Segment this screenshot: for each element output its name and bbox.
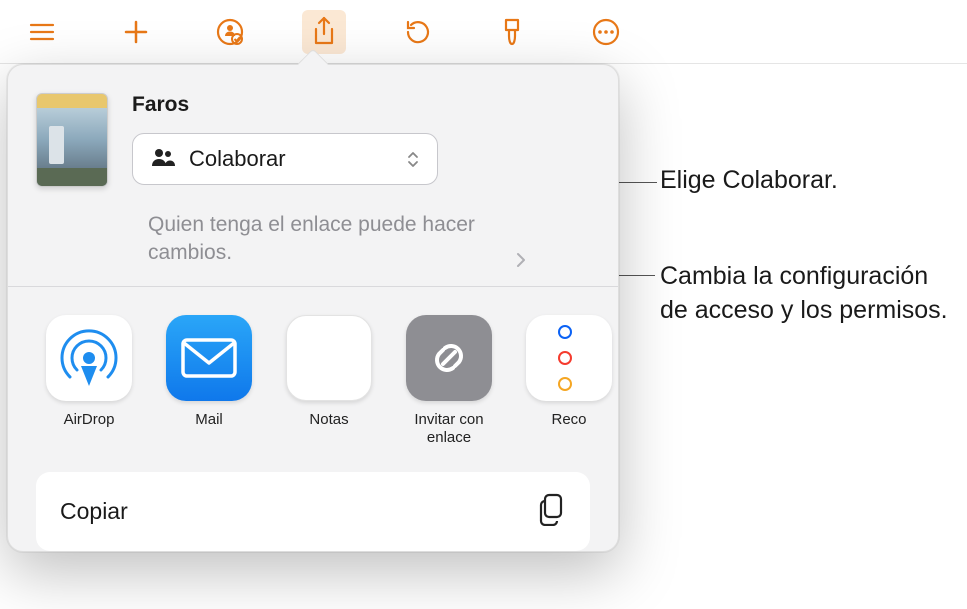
callout-collaborate: Elige Colaborar.	[660, 164, 838, 198]
app-label: AirDrop	[64, 411, 115, 430]
share-app-airdrop[interactable]: AirDrop	[44, 315, 134, 449]
collaborate-badge-button[interactable]	[208, 10, 252, 54]
notes-icon	[286, 315, 372, 401]
copy-action[interactable]: Copiar	[36, 472, 590, 551]
format-brush-button[interactable]	[490, 10, 534, 54]
collaborate-label: Colaborar	[189, 146, 393, 172]
toolbar	[0, 0, 967, 64]
share-app-invite-link[interactable]: Invitar con enlace	[404, 315, 494, 449]
app-label: Mail	[195, 411, 223, 430]
chevron-right-icon	[516, 252, 526, 268]
permission-text: Quien tenga el enlace puede hacer cambio…	[148, 211, 508, 268]
share-sheet: Faros Colaborar Quien tenga el enlace pu…	[7, 64, 619, 552]
add-button[interactable]	[114, 10, 158, 54]
share-button[interactable]	[302, 10, 346, 54]
app-label: Notas	[309, 411, 348, 430]
more-button[interactable]	[584, 10, 628, 54]
mail-icon	[166, 315, 252, 401]
share-header: Faros Colaborar	[8, 65, 618, 207]
select-arrows-icon	[407, 151, 419, 168]
action-label: Copiar	[60, 498, 128, 525]
view-list-button[interactable]	[20, 10, 64, 54]
share-app-mail[interactable]: Mail	[164, 315, 254, 449]
reminders-icon	[526, 315, 612, 401]
app-label: Invitar con enlace	[404, 411, 494, 449]
link-icon	[406, 315, 492, 401]
share-app-reminders[interactable]: Reco	[524, 315, 614, 449]
share-app-notes[interactable]: Notas	[284, 315, 374, 449]
document-title: Faros	[132, 93, 590, 117]
document-thumbnail	[36, 93, 108, 187]
collaborate-select[interactable]: Colaborar	[132, 133, 438, 185]
undo-button[interactable]	[396, 10, 440, 54]
copy-icon	[536, 492, 566, 531]
share-actions-panel: Copiar	[36, 472, 590, 551]
people-icon	[151, 147, 175, 172]
airdrop-icon	[46, 315, 132, 401]
callout-permissions: Cambia la configuración de acceso y los …	[660, 260, 960, 328]
permission-settings-row[interactable]: Quien tenga el enlace puede hacer cambio…	[8, 207, 618, 286]
share-apps-row: AirDrop Mail Notas	[8, 287, 618, 461]
app-label: Reco	[551, 411, 586, 430]
